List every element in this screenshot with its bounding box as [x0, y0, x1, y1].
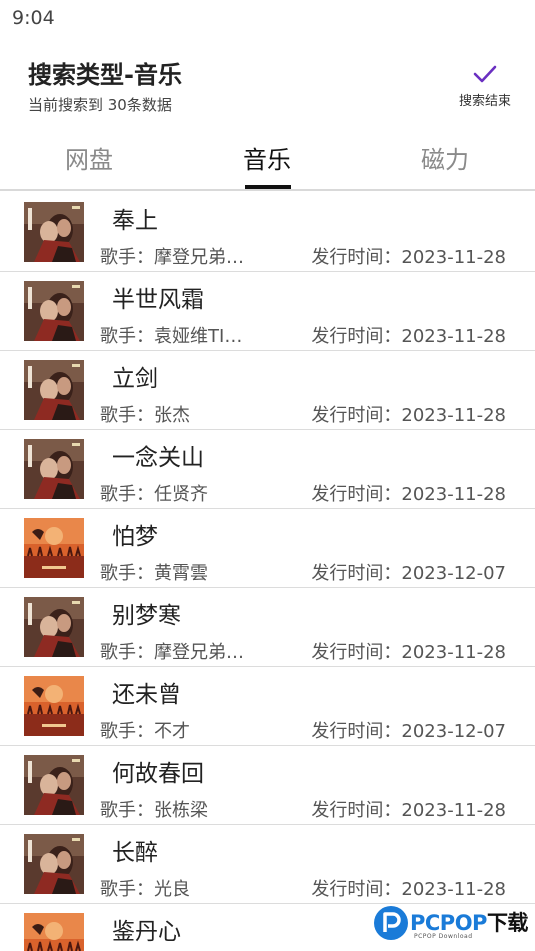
song-release-date: 发行时间：2023-12-07	[311, 721, 506, 742]
album-cover	[24, 834, 84, 894]
tab-music[interactable]: 音乐	[178, 130, 356, 191]
song-row[interactable]: 一念关山 歌手：任贤齐 发行时间：2023-11-28	[0, 430, 535, 509]
song-artist: 歌手：摩登兄弟刘宇宁	[100, 642, 250, 663]
song-row[interactable]: 奉上 歌手：摩登兄弟刘宇宁 发行时间：2023-11-28	[0, 193, 535, 272]
song-artist: 歌手：张栋梁	[100, 800, 208, 821]
album-cover	[24, 202, 84, 262]
song-release-date: 发行时间：2023-11-28	[311, 326, 506, 347]
song-artist: 歌手：不才	[100, 721, 190, 742]
album-cover	[24, 281, 84, 341]
song-row[interactable]: 半世风霜 歌手：袁娅维TIA RAY 发行时间：2023-11-28	[0, 272, 535, 351]
song-release-date: 发行时间：2023-11-28	[311, 800, 506, 821]
song-release-date: 发行时间：2023-11-28	[311, 642, 506, 663]
song-release-date: 发行时间：2023-11-28	[311, 879, 506, 900]
song-release-date: 发行时间：2023-11-28	[311, 247, 506, 268]
tab-indicator	[245, 185, 291, 189]
album-cover	[24, 755, 84, 815]
song-row[interactable]: 还未曾 歌手：不才 发行时间：2023-12-07	[0, 667, 535, 746]
result-count: 当前搜索到 30条数据	[28, 96, 172, 114]
song-title: 奉上	[112, 208, 158, 234]
song-artist: 歌手：张杰	[100, 405, 190, 426]
album-cover	[24, 439, 84, 499]
end-search-label: 搜索结束	[458, 94, 511, 109]
song-artist: 歌手：光良	[100, 879, 190, 900]
end-search-button[interactable]: 搜索结束	[450, 58, 520, 110]
pcpop-logo-icon	[374, 906, 408, 940]
song-row[interactable]: 怕梦 歌手：黄霄雲 发行时间：2023-12-07	[0, 509, 535, 588]
song-title: 别梦寒	[112, 603, 181, 629]
watermark-suffix: 下载	[486, 911, 529, 935]
status-time: 9:04	[12, 7, 55, 29]
song-artist: 歌手：袁娅维TIA RAY	[100, 326, 250, 347]
album-cover	[24, 597, 84, 657]
song-title: 还未曾	[112, 682, 181, 708]
song-row[interactable]: 长醉 歌手：光良 发行时间：2023-11-28	[0, 825, 535, 904]
watermark-subtext: PCPOP Download	[414, 933, 473, 940]
album-cover	[24, 518, 84, 578]
header: 搜索类型-音乐 当前搜索到 30条数据 搜索结束	[0, 38, 535, 130]
song-row[interactable]: 何故春回 歌手：张栋梁 发行时间：2023-11-28	[0, 746, 535, 825]
tab-netdisk[interactable]: 网盘	[0, 130, 178, 191]
song-release-date: 发行时间：2023-11-28	[311, 484, 506, 505]
song-title: 何故春回	[112, 761, 204, 787]
song-title: 一念关山	[112, 445, 204, 471]
song-release-date: 发行时间：2023-11-28	[311, 405, 506, 426]
song-title: 半世风霜	[112, 287, 204, 313]
song-release-date: 发行时间：2023-12-07	[311, 563, 506, 584]
song-row[interactable]: 立剑 歌手：张杰 发行时间：2023-11-28	[0, 351, 535, 430]
tab-bar: 网盘 音乐 磁力	[0, 130, 535, 191]
album-cover	[24, 676, 84, 736]
song-artist: 歌手：黄霄雲	[100, 563, 208, 584]
page-title: 搜索类型-音乐	[28, 61, 182, 89]
song-title: 怕梦	[112, 524, 158, 550]
album-cover	[24, 360, 84, 420]
song-title: 鉴丹心	[112, 919, 181, 945]
song-artist: 歌手：摩登兄弟刘宇宁	[100, 247, 250, 268]
checkmark-icon	[473, 65, 497, 83]
watermark-brand: PCPOP	[410, 911, 487, 935]
song-artist: 歌手：任贤齐	[100, 484, 208, 505]
song-title: 立剑	[112, 366, 158, 392]
status-bar: 9:04	[0, 0, 535, 38]
song-title: 长醉	[112, 840, 158, 866]
watermark-logo: PCPOP下载 PCPOP Download	[370, 901, 535, 951]
song-row[interactable]: 别梦寒 歌手：摩登兄弟刘宇宁 发行时间：2023-11-28	[0, 588, 535, 667]
album-cover	[24, 913, 84, 951]
tab-magnet[interactable]: 磁力	[356, 130, 534, 191]
